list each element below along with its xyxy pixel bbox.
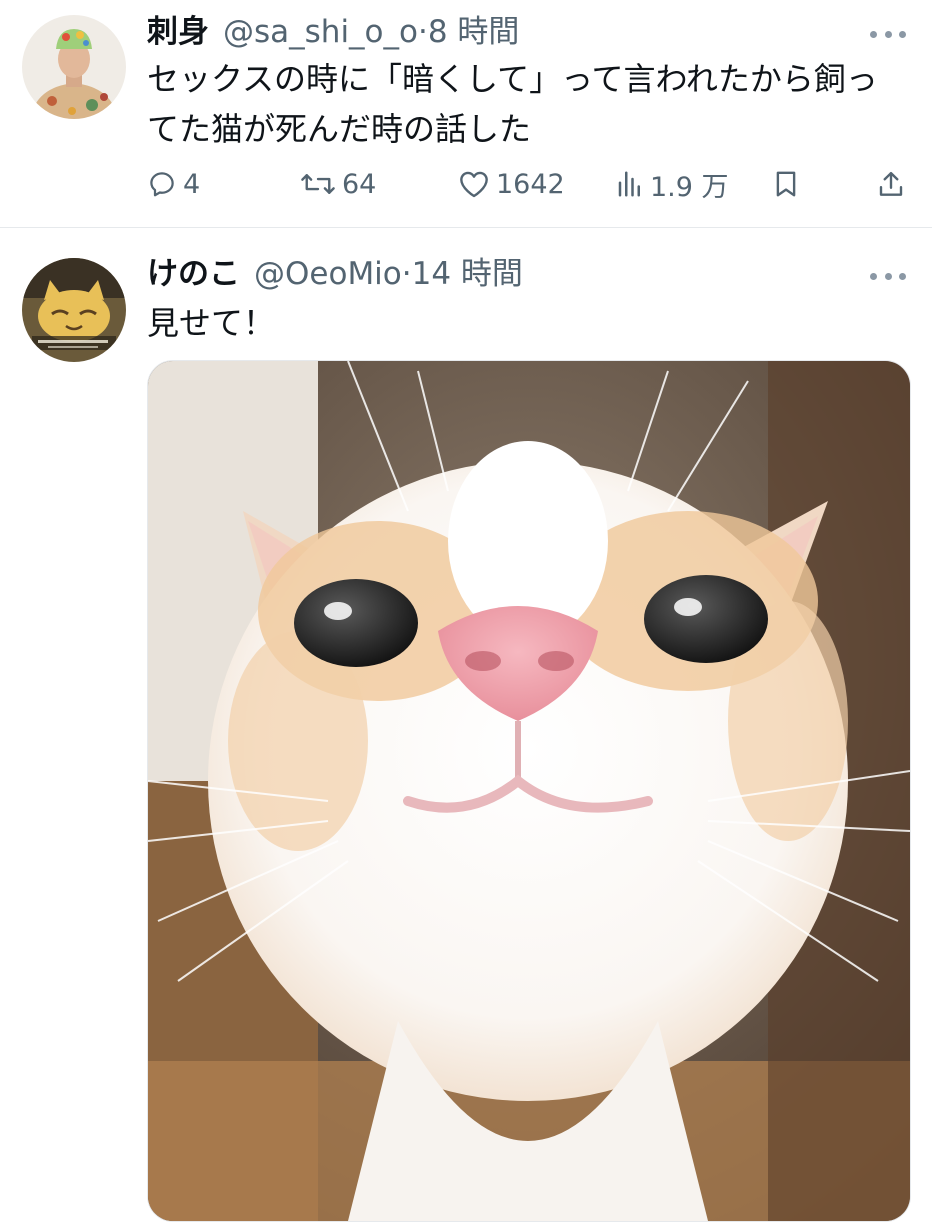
- tweet[interactable]: けのこ @OeoMio·14 時間 見せて！: [0, 228, 932, 1222]
- tweet-text: セックスの時に「暗くして」って言われたから飼っ てた猫が死んだ時の話した: [147, 54, 917, 154]
- bookmark-icon: [776, 171, 796, 197]
- retweet-icon: [301, 174, 335, 194]
- display-name[interactable]: 刺身: [147, 14, 209, 50]
- user-handle[interactable]: @sa_shi_o_o: [223, 14, 418, 50]
- tweet-text-line: セックスの時に「暗くして」って言われたから飼っ: [147, 60, 878, 98]
- bookmark-button[interactable]: [772, 162, 800, 206]
- reply-count: 4: [183, 168, 201, 200]
- views-count: 1.9 万: [650, 171, 729, 203]
- separator-dot: ·: [401, 256, 412, 292]
- share-icon: [879, 171, 903, 196]
- like-count: 1642: [496, 168, 565, 200]
- cat-photo: [148, 361, 910, 1221]
- timestamp[interactable]: 14 時間: [412, 256, 523, 292]
- action-bar: 4 64 1642 1.9 万: [0, 162, 932, 206]
- separator-dot: ·: [418, 14, 428, 50]
- tweet-media-image[interactable]: [147, 360, 911, 1222]
- like-icon: [460, 171, 488, 198]
- tweet-text-line: てた猫が死んだ時の話した: [147, 110, 532, 148]
- reply-icon: [150, 172, 174, 197]
- retweet-count: 64: [342, 168, 377, 200]
- timestamp[interactable]: 8 時間: [428, 14, 520, 50]
- tweet-header: けのこ @OeoMio·14 時間: [147, 254, 523, 294]
- tweet-header: 刺身 @sa_shi_o_o·8 時間: [147, 12, 519, 52]
- views-icon: [618, 171, 640, 197]
- avatar-image: [22, 258, 126, 362]
- more-icon[interactable]: [870, 270, 906, 282]
- avatar[interactable]: [22, 258, 126, 362]
- tweet-text: 見せて！: [147, 304, 276, 342]
- display-name[interactable]: けのこ: [147, 256, 240, 292]
- more-icon[interactable]: [870, 28, 906, 40]
- user-handle[interactable]: @OeoMio: [254, 256, 402, 292]
- retweet-button[interactable]: 64: [300, 162, 376, 206]
- tweet[interactable]: 刺身 @sa_shi_o_o·8 時間 セックスの時に「暗くして」って言われたから…: [0, 0, 932, 228]
- share-button[interactable]: [876, 162, 906, 206]
- views-button[interactable]: 1.9 万: [616, 162, 729, 206]
- avatar[interactable]: [22, 15, 126, 119]
- avatar-image: [22, 15, 126, 119]
- reply-button[interactable]: 4: [147, 162, 200, 206]
- like-button[interactable]: 1642: [458, 162, 565, 206]
